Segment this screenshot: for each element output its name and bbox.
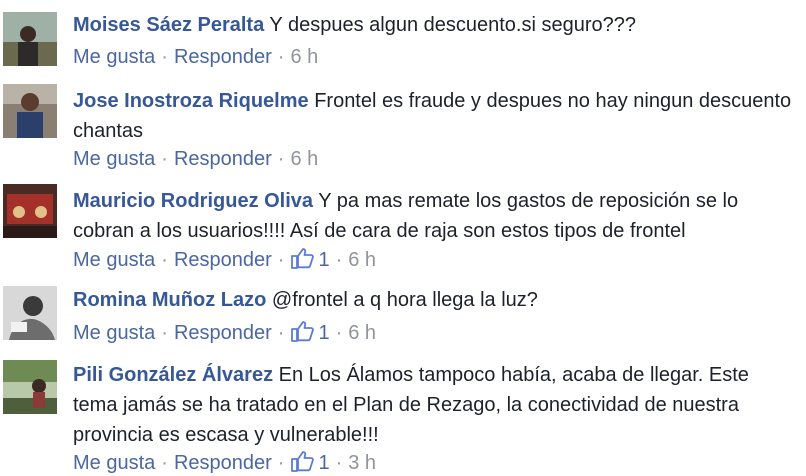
timestamp[interactable]: 3 h [348,452,376,474]
thumbs-up-icon [291,248,315,269]
avatar[interactable] [3,12,57,66]
reply-button[interactable]: Responder [174,322,272,344]
like-count: 1 [318,452,330,474]
avatar-photo-icon [3,12,57,66]
avatar[interactable] [3,184,57,238]
comment-author[interactable]: Moises Sáez Peralta [73,14,264,36]
timestamp[interactable]: 6 h [290,148,318,170]
like-count-link[interactable]: 1 [290,321,330,344]
comment-author[interactable]: Pili González Álvarez [73,364,273,386]
reply-button[interactable]: Responder [174,148,272,170]
separator-dot: · [277,46,285,68]
avatar-photo-icon [3,184,57,238]
thumbs-up-icon [291,451,315,472]
separator-dot: · [277,148,285,170]
avatar-photo-icon [3,84,57,138]
separator-dot: · [277,249,285,271]
like-count: 1 [318,322,330,344]
timestamp[interactable]: 6 h [348,249,376,271]
like-button[interactable]: Me gusta [73,249,155,271]
avatar[interactable] [3,360,57,414]
reply-button[interactable]: Responder [174,249,272,271]
avatar[interactable] [3,84,57,138]
separator-dot: · [161,148,168,170]
avatar-photo-icon [3,286,57,340]
comment-actions: Me gusta · Responder · 1 · 6 h [73,247,376,273]
separator-dot: · [277,452,285,474]
reply-button[interactable]: Responder [174,452,272,474]
separator-dot: · [335,249,343,271]
avatar-photo-icon [3,360,57,414]
comment-body: Jose Inostroza Riquelme Frontel es fraud… [73,86,793,146]
comment-text: @frontel a q hora llega la luz? [271,289,538,311]
separator-dot: · [161,249,168,271]
reply-button[interactable]: Responder [174,46,272,68]
like-count: 1 [318,249,330,271]
comment-body: Moises Sáez Peralta Y despues algun desc… [73,10,793,40]
comment-text: Y despues algun descuento.si seguro??? [269,14,636,36]
separator-dot: · [277,322,285,344]
separator-dot: · [335,452,343,474]
thumbs-up-icon [291,321,315,342]
like-count-link[interactable]: 1 [290,248,330,271]
timestamp[interactable]: 6 h [348,322,376,344]
comment-actions: Me gusta · Responder · 1 · 3 h [73,450,376,476]
comment-actions: Me gusta · Responder · 6 h [73,146,318,172]
separator-dot: · [161,322,168,344]
separator-dot: · [161,452,168,474]
comment-actions: Me gusta · Responder · 6 h [73,44,318,70]
separator-dot: · [335,322,343,344]
comment-body: Pili González Álvarez En Los Álamos tamp… [73,360,793,450]
comment-actions: Me gusta · Responder · 1 · 6 h [73,320,376,346]
like-button[interactable]: Me gusta [73,46,155,68]
comment-author[interactable]: Romina Muñoz Lazo [73,289,266,311]
timestamp[interactable]: 6 h [290,46,318,68]
like-count-link[interactable]: 1 [290,451,330,474]
like-button[interactable]: Me gusta [73,452,155,474]
like-button[interactable]: Me gusta [73,148,155,170]
comment-author[interactable]: Jose Inostroza Riquelme [73,90,309,112]
comment-author[interactable]: Mauricio Rodriguez Oliva [73,190,313,212]
comment-body: Mauricio Rodriguez Oliva Y pa mas remate… [73,186,793,246]
separator-dot: · [161,46,168,68]
comment-body: Romina Muñoz Lazo @frontel a q hora lleg… [73,285,793,315]
like-button[interactable]: Me gusta [73,322,155,344]
avatar[interactable] [3,286,57,340]
